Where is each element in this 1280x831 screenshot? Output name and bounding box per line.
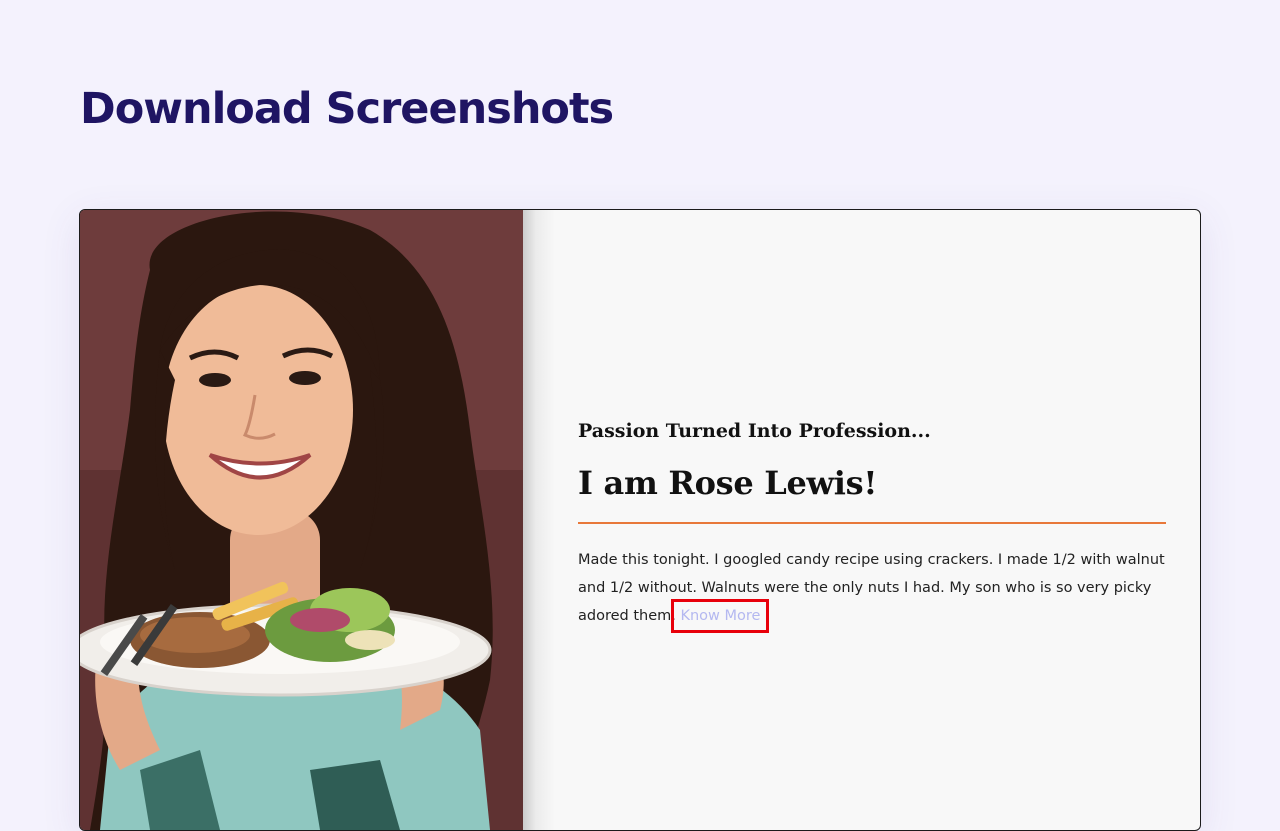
- tagline: Passion Turned Into Profession...: [578, 420, 931, 442]
- know-more-link[interactable]: Know More: [671, 599, 770, 633]
- page-title: Download Screenshots: [80, 84, 614, 134]
- profile-heading: I am Rose Lewis!: [578, 464, 878, 502]
- profile-card: Passion Turned Into Profession... I am R…: [79, 209, 1201, 831]
- description-text: Made this tonight. I googled candy recip…: [578, 552, 1165, 624]
- profile-photo: [80, 210, 523, 830]
- profile-description: Made this tonight. I googled candy recip…: [578, 546, 1168, 633]
- heading-divider: [578, 522, 1166, 524]
- profile-content: Passion Turned Into Profession... I am R…: [578, 420, 1168, 633]
- photo-divider-shadow: [523, 210, 555, 830]
